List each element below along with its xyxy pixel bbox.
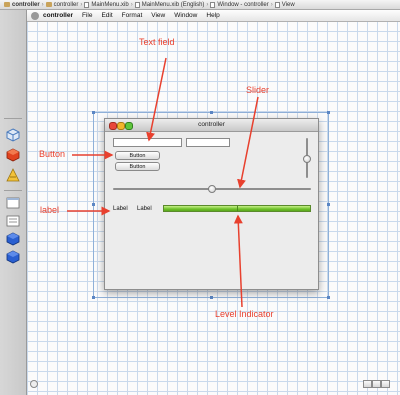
annotation-slider: Slider	[246, 85, 270, 95]
annotation-arrows	[67, 57, 259, 308]
zoom-out-button[interactable]	[363, 380, 372, 388]
level-indicator-arrow	[233, 214, 243, 308]
annotation-level-indicator: Level Indicator	[215, 309, 274, 319]
zoom-actual-button[interactable]	[372, 380, 381, 388]
document-outline-toggle[interactable]	[30, 380, 38, 388]
annotation-button: Button	[39, 149, 66, 159]
annotation-label: label	[40, 205, 60, 215]
zoom-in-button[interactable]	[381, 380, 390, 388]
annotation-text-field: Text field	[139, 37, 175, 47]
text-field-arrow	[146, 57, 167, 142]
slider-arrow	[237, 96, 259, 189]
